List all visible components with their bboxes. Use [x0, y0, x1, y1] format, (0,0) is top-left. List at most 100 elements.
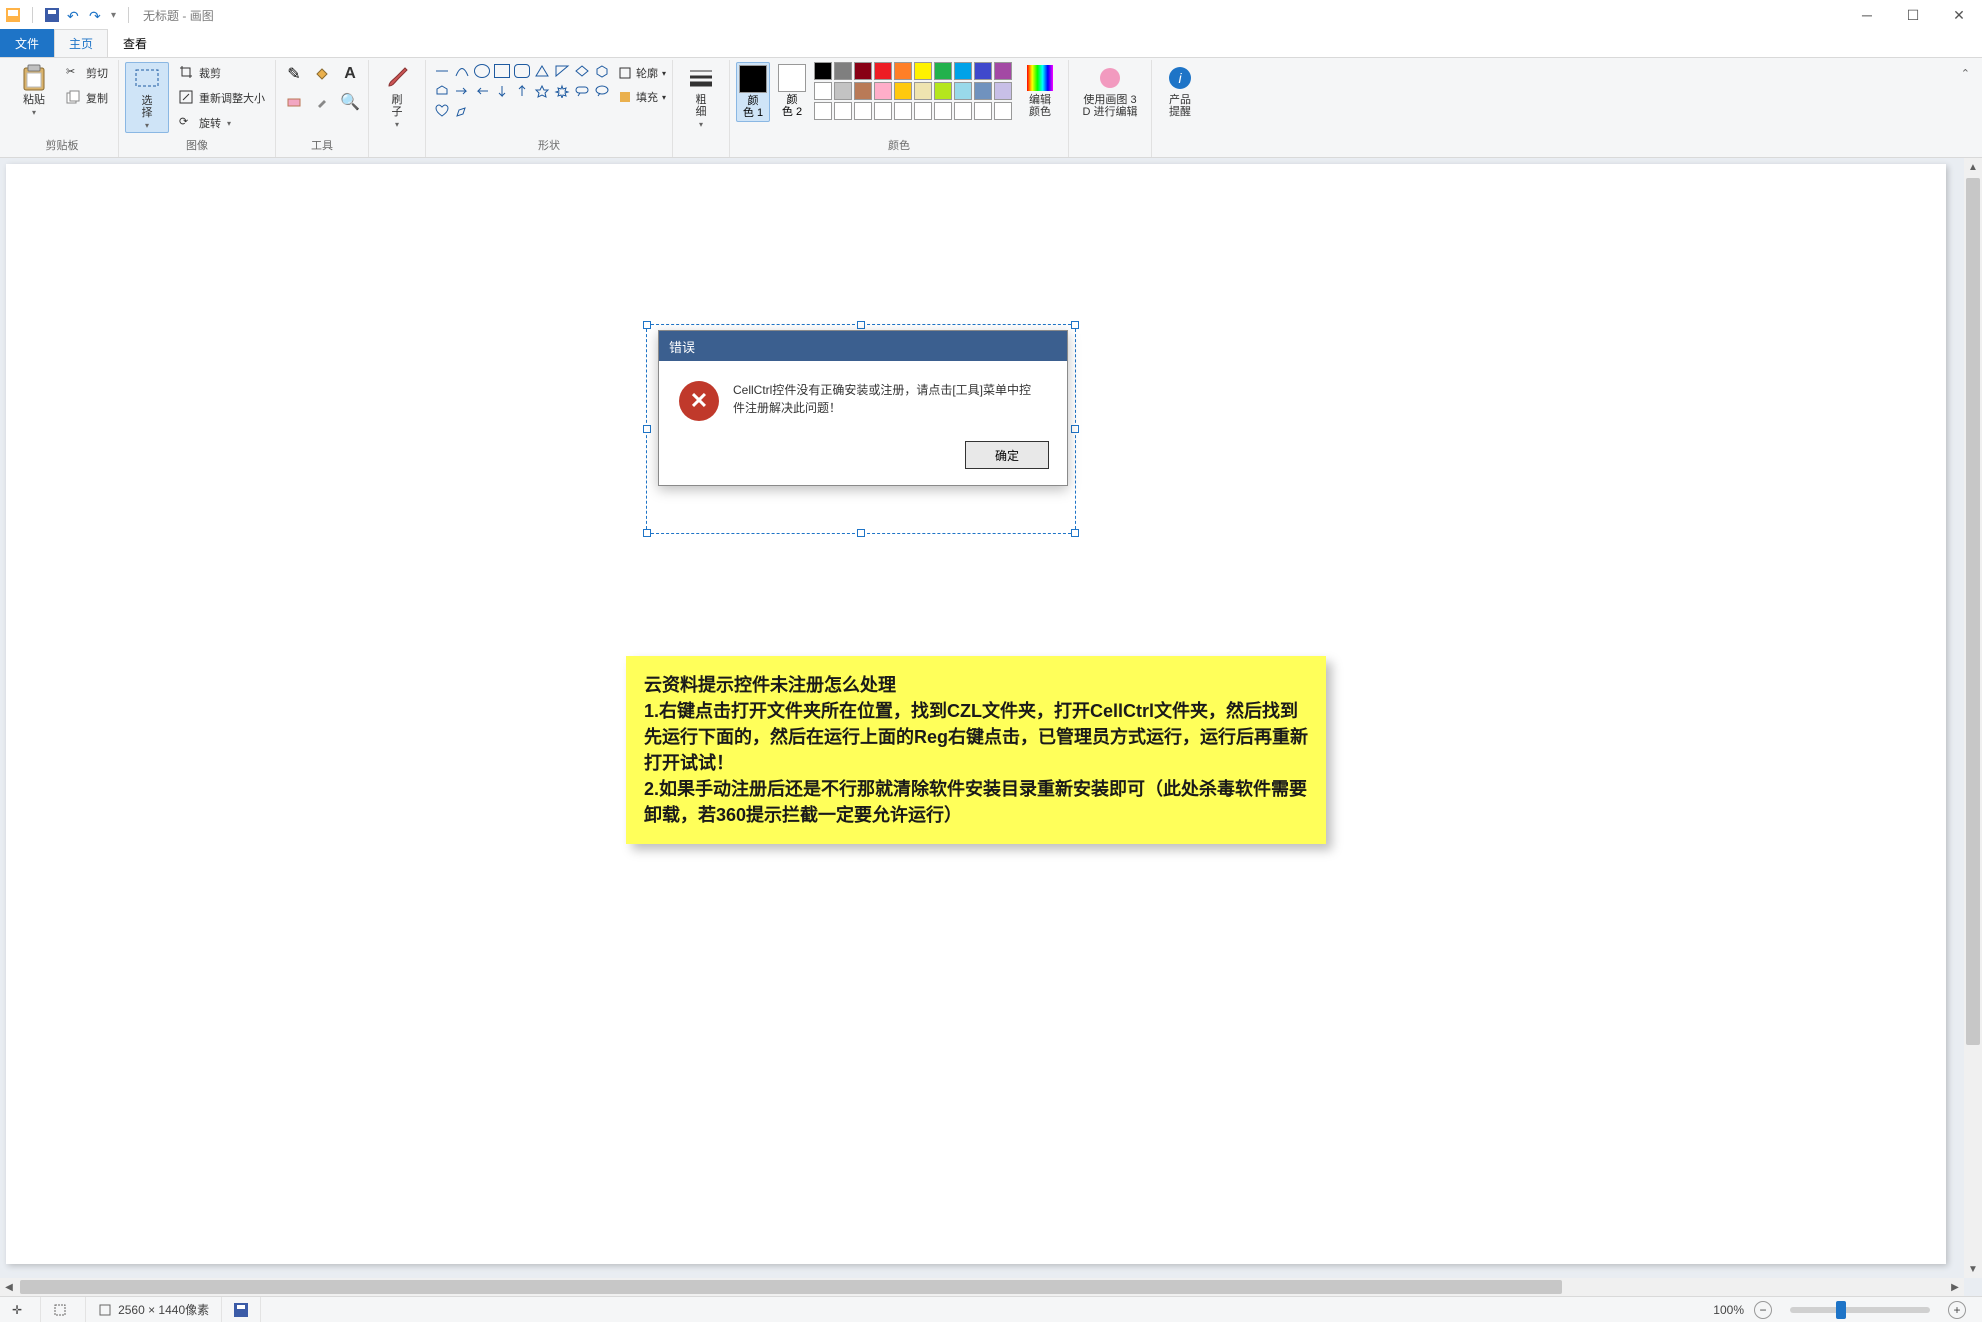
cut-button[interactable]: ✂剪切 [62, 62, 112, 84]
magnifier-tool[interactable]: 🔍 [338, 90, 362, 114]
qat-dropdown-icon[interactable]: ▾ [111, 10, 116, 21]
group-brushes: 刷 子 ▾ [369, 60, 426, 157]
shape-fill-button[interactable]: 填充▾ [618, 86, 666, 108]
color-swatch[interactable] [834, 82, 852, 100]
scroll-up-button[interactable]: ▲ [1964, 158, 1982, 176]
zoom-in-button[interactable]: + [1948, 1301, 1966, 1319]
color-swatch[interactable] [994, 82, 1012, 100]
horizontal-scrollbar[interactable]: ◀ ▶ [0, 1278, 1964, 1296]
shapes-gallery[interactable] [432, 62, 612, 122]
canvas-size: 2560 × 1440像素 [86, 1297, 222, 1322]
edit-colors-button[interactable]: 编辑 颜色 [1018, 62, 1062, 120]
zoom-slider-knob[interactable] [1836, 1301, 1846, 1319]
color-swatch[interactable] [974, 62, 992, 80]
selection-handle[interactable] [643, 321, 651, 329]
ribbon-collapse-button[interactable]: ⌃ [1961, 60, 1976, 157]
color-swatch[interactable] [854, 82, 872, 100]
group-stroke: 粗 细 ▾ [673, 60, 730, 157]
scroll-right-button[interactable]: ▶ [1946, 1278, 1964, 1296]
product-alert-button[interactable]: i 产品 提醒 [1158, 62, 1202, 120]
selection-handle[interactable] [857, 529, 865, 537]
zoom-slider[interactable] [1790, 1307, 1930, 1313]
close-button[interactable]: ✕ [1936, 0, 1982, 30]
scroll-thumb[interactable] [1966, 178, 1980, 1045]
color-swatch[interactable] [814, 62, 832, 80]
disk-icon [234, 1303, 248, 1317]
color-swatch[interactable] [914, 62, 932, 80]
tab-view[interactable]: 查看 [108, 29, 162, 57]
color-swatch-row[interactable] [814, 82, 1012, 100]
color-swatch[interactable] [874, 82, 892, 100]
color-swatch[interactable] [934, 62, 952, 80]
vertical-scrollbar[interactable]: ▲ ▼ [1964, 158, 1982, 1278]
text-tool[interactable]: A [338, 62, 362, 86]
app-icon [6, 8, 20, 22]
color-swatch[interactable] [834, 62, 852, 80]
error-dialog-image: 错误 ✕ CellCtrl控件没有正确安装或注册，请点击[工具]菜单中控件注册解… [658, 330, 1068, 486]
color-swatch[interactable] [954, 102, 972, 120]
color-swatch-row[interactable] [814, 62, 1012, 80]
color-swatch[interactable] [934, 82, 952, 100]
paint3d-button[interactable]: 使用画图 3 D 进行编辑 [1075, 62, 1145, 120]
undo-icon[interactable]: ↶ [67, 8, 81, 22]
brushes-button[interactable]: 刷 子 ▾ [375, 62, 419, 131]
color-swatch[interactable] [814, 82, 832, 100]
zoom-controls: 100% − + [1701, 1297, 1982, 1322]
minimize-button[interactable]: ─ [1844, 0, 1890, 30]
color2-button[interactable]: 颜 色 2 [776, 62, 808, 120]
selection-handle[interactable] [1071, 321, 1079, 329]
fill-tool[interactable] [310, 62, 334, 86]
pencil-tool[interactable]: ✎ [282, 62, 306, 86]
color-swatch[interactable] [894, 102, 912, 120]
selection-handle[interactable] [643, 529, 651, 537]
maximize-button[interactable]: ☐ [1890, 0, 1936, 30]
crop-button[interactable]: 裁剪 [175, 62, 269, 84]
selection-handle[interactable] [1071, 529, 1079, 537]
picker-tool[interactable] [310, 90, 334, 114]
color-swatch[interactable] [854, 102, 872, 120]
redo-icon[interactable]: ↷ [89, 8, 103, 22]
color-swatch[interactable] [994, 102, 1012, 120]
color-swatch[interactable] [834, 102, 852, 120]
color-swatch[interactable] [954, 82, 972, 100]
paste-button[interactable]: 粘贴 ▾ [12, 62, 56, 119]
scroll-thumb[interactable] [20, 1280, 1562, 1294]
color-swatch[interactable] [994, 62, 1012, 80]
color-swatch[interactable] [854, 62, 872, 80]
color-swatch[interactable] [934, 102, 952, 120]
canvas[interactable]: 错误 ✕ CellCtrl控件没有正确安装或注册，请点击[工具]菜单中控件注册解… [6, 164, 1946, 1264]
color-swatch-row[interactable] [814, 102, 1012, 120]
color-swatch[interactable] [974, 102, 992, 120]
color-swatch[interactable] [894, 62, 912, 80]
shape-outline-button[interactable]: 轮廓▾ [618, 62, 666, 84]
color-swatch[interactable] [874, 102, 892, 120]
color-swatch[interactable] [914, 102, 932, 120]
status-bar: ✛ 2560 × 1440像素 100% − + [0, 1296, 1982, 1322]
scroll-down-button[interactable]: ▼ [1964, 1260, 1982, 1278]
canvas-size-icon [98, 1303, 112, 1317]
selection-handle[interactable] [643, 425, 651, 433]
select-button[interactable]: 选 择 ▾ [125, 62, 169, 133]
canvas-viewport[interactable]: 错误 ✕ CellCtrl控件没有正确安装或注册，请点击[工具]菜单中控件注册解… [0, 158, 1964, 1278]
tab-file[interactable]: 文件 [0, 29, 54, 57]
color1-button[interactable]: 颜 色 1 [736, 62, 770, 122]
stroke-width-button[interactable]: 粗 细 ▾ [679, 62, 723, 131]
color-swatch[interactable] [894, 82, 912, 100]
cursor-position: ✛ [0, 1297, 41, 1322]
selection-handle[interactable] [1071, 425, 1079, 433]
color-swatch[interactable] [874, 62, 892, 80]
zoom-out-button[interactable]: − [1754, 1301, 1772, 1319]
color-swatch[interactable] [974, 82, 992, 100]
scroll-left-button[interactable]: ◀ [0, 1278, 18, 1296]
color-swatch[interactable] [954, 62, 972, 80]
selection-handle[interactable] [857, 321, 865, 329]
copy-button[interactable]: 复制 [62, 87, 112, 109]
color-swatch[interactable] [814, 102, 832, 120]
save-icon[interactable] [45, 8, 59, 22]
tab-home[interactable]: 主页 [54, 29, 108, 57]
eraser-tool[interactable] [282, 90, 306, 114]
rotate-button[interactable]: ⟳旋转▾ [175, 112, 269, 134]
resize-button[interactable]: 重新调整大小 [175, 87, 269, 109]
color-swatch[interactable] [914, 82, 932, 100]
sticky-line1: 1.右键点击打开文件夹所在位置，找到CZL文件夹，打开CellCtrl文件夹，然… [644, 698, 1308, 776]
